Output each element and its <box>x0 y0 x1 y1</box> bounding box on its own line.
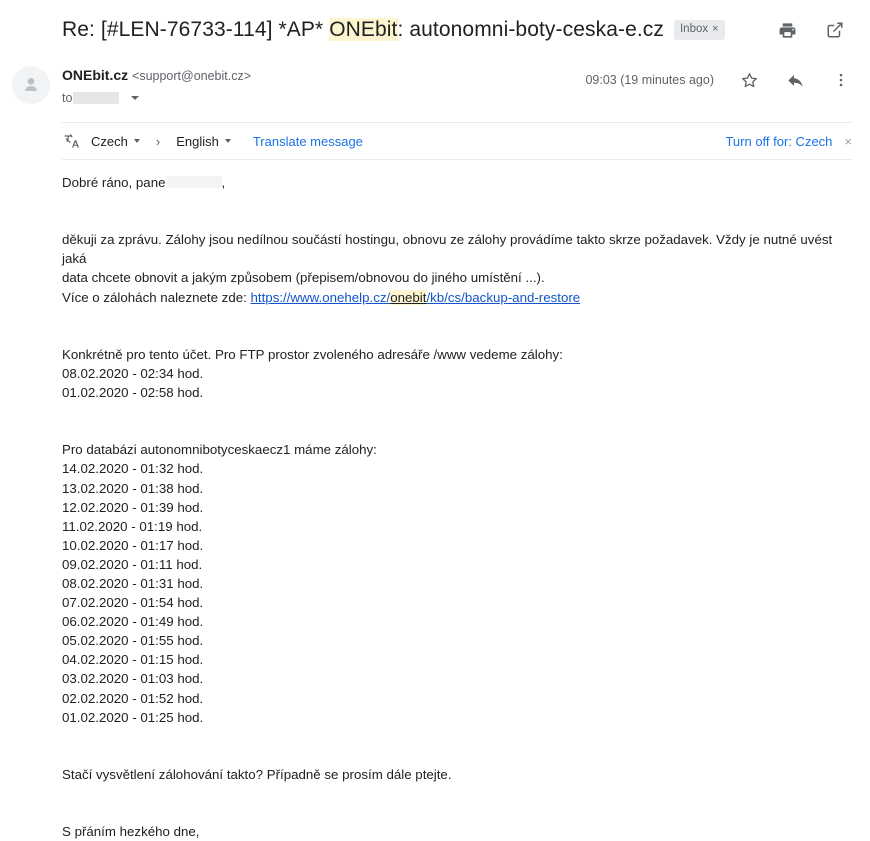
recipient-redacted <box>73 92 120 104</box>
subject-suffix: : autonomni-boty-ceska-e.cz <box>397 18 664 41</box>
page-title: Re: [#LEN-76733-114] *AP* ONEbit: autono… <box>62 18 664 42</box>
db-backup-entry: 01.02.2020 - 01:25 hod. <box>62 709 204 725</box>
chevron-down-icon <box>224 139 231 143</box>
source-language-select[interactable]: Czech <box>91 134 140 149</box>
subject-highlight: ONEbit <box>329 18 398 41</box>
link-intro-text: Více o zálohách naleznete zde: <box>62 289 251 305</box>
inbox-label-chip[interactable]: Inbox × <box>673 19 725 41</box>
ftp-backup-entry: 01.02.2020 - 02:58 hod. <box>62 385 204 401</box>
sender-line: ONEbit.cz <support@onebit.cz> <box>62 66 585 86</box>
star-icon[interactable] <box>738 69 760 91</box>
ftp-backup-entry: 08.02.2020 - 02:34 hod. <box>62 365 204 381</box>
source-language-label: Czech <box>91 133 128 149</box>
link-line: Více o zálohách naleznete zde: https://w… <box>62 288 852 307</box>
to-label: to <box>62 91 73 105</box>
target-language-select[interactable]: English <box>176 134 231 149</box>
language-arrow-icon: › <box>155 133 161 149</box>
message-timestamp: 09:03 (19 minutes ago) <box>585 73 714 87</box>
sender-name[interactable]: ONEbit.cz <box>62 67 128 83</box>
paragraph1-line2: data chcete obnovit a jakým způsobem (př… <box>62 270 545 286</box>
db-backup-entry: 13.02.2020 - 01:38 hod. <box>62 480 204 496</box>
db-backup-entry: 02.02.2020 - 01:52 hod. <box>62 690 204 706</box>
greeting-line: Dobré ráno, pane, <box>62 173 852 192</box>
db-backup-entry: 03.02.2020 - 01:03 hod. <box>62 671 204 687</box>
open-in-new-window-icon[interactable] <box>824 19 846 41</box>
translate-icon <box>62 132 81 151</box>
translate-bar-container: Czech › English Translate message Turn o… <box>62 122 852 160</box>
sender-header: ONEbit.cz <support@onebit.cz> to 09:03 (… <box>0 58 870 116</box>
print-icon[interactable] <box>776 19 798 41</box>
db-backup-entry: 07.02.2020 - 01:54 hod. <box>62 595 204 611</box>
db-backup-entry: 09.02.2020 - 01:11 hod. <box>62 556 203 572</box>
link-part2: /kb/cs/backup-and-restore <box>426 289 581 305</box>
message-body: Dobré ráno, pane, děkuji za zprávu. Zálo… <box>62 160 852 841</box>
header-actions <box>776 19 852 41</box>
sender-details: ONEbit.cz <support@onebit.cz> to <box>62 64 585 107</box>
db-backup-entry: 04.02.2020 - 01:15 hod. <box>62 652 204 668</box>
sender-email: <support@onebit.cz> <box>132 69 252 83</box>
ftp-backups-heading: Konkrétně pro tento účet. Pro FTP prosto… <box>62 346 563 362</box>
remove-label-icon[interactable]: × <box>712 24 718 35</box>
db-backups-heading: Pro databázi autonomnibotyceskaecz1 máme… <box>62 442 377 458</box>
translate-bar: Czech › English Translate message Turn o… <box>62 123 852 159</box>
person-avatar-icon <box>25 78 37 92</box>
db-backup-entry: 11.02.2020 - 01:19 hod. <box>62 518 203 534</box>
subject-prefix: Re: [#LEN-76733-114] *AP* <box>62 18 330 41</box>
turn-off-translation-button[interactable]: Turn off for: Czech <box>725 134 832 149</box>
translate-message-button[interactable]: Translate message <box>253 134 363 149</box>
backup-docs-link[interactable]: https://www.onehelp.cz/onebit/kb/cs/back… <box>250 289 581 305</box>
greeting-prefix: Dobré ráno, pane <box>62 175 166 190</box>
greeting-suffix: , <box>221 175 226 190</box>
chevron-down-icon <box>133 139 140 143</box>
more-vertical-icon[interactable] <box>830 69 852 91</box>
avatar <box>12 66 50 104</box>
db-backup-entry: 10.02.2020 - 01:17 hod. <box>62 537 204 553</box>
link-part1: https://www.onehelp.cz/ <box>250 289 391 305</box>
close-icon[interactable]: × <box>844 134 852 149</box>
target-language-label: English <box>176 133 219 149</box>
signoff-line: S přáním hezkého dne, <box>62 824 200 840</box>
chevron-down-icon[interactable] <box>131 96 140 100</box>
closing-question: Stačí vysvětlení zálohování takto? Přípa… <box>62 766 452 782</box>
recipient-line[interactable]: to <box>62 89 585 107</box>
db-backup-entry: 05.02.2020 - 01:55 hod. <box>62 633 204 649</box>
link-highlight: onebit <box>390 289 427 305</box>
db-backup-entry: 08.02.2020 - 01:31 hod. <box>62 575 204 591</box>
subject-header: Re: [#LEN-76733-114] *AP* ONEbit: autono… <box>0 0 870 58</box>
db-backup-entry: 14.02.2020 - 01:32 hod. <box>62 461 204 477</box>
reply-arrow-icon[interactable] <box>784 69 806 91</box>
paragraph1-line1: děkuji za zprávu. Zálohy jsou nedílnou s… <box>62 232 836 267</box>
inbox-label-text: Inbox <box>679 22 709 35</box>
message-actions: 09:03 (19 minutes ago) <box>585 64 852 91</box>
db-backup-entry: 12.02.2020 - 01:39 hod. <box>62 499 204 515</box>
db-backup-entry: 06.02.2020 - 01:49 hod. <box>62 614 204 630</box>
greeting-name-redacted <box>165 176 222 188</box>
